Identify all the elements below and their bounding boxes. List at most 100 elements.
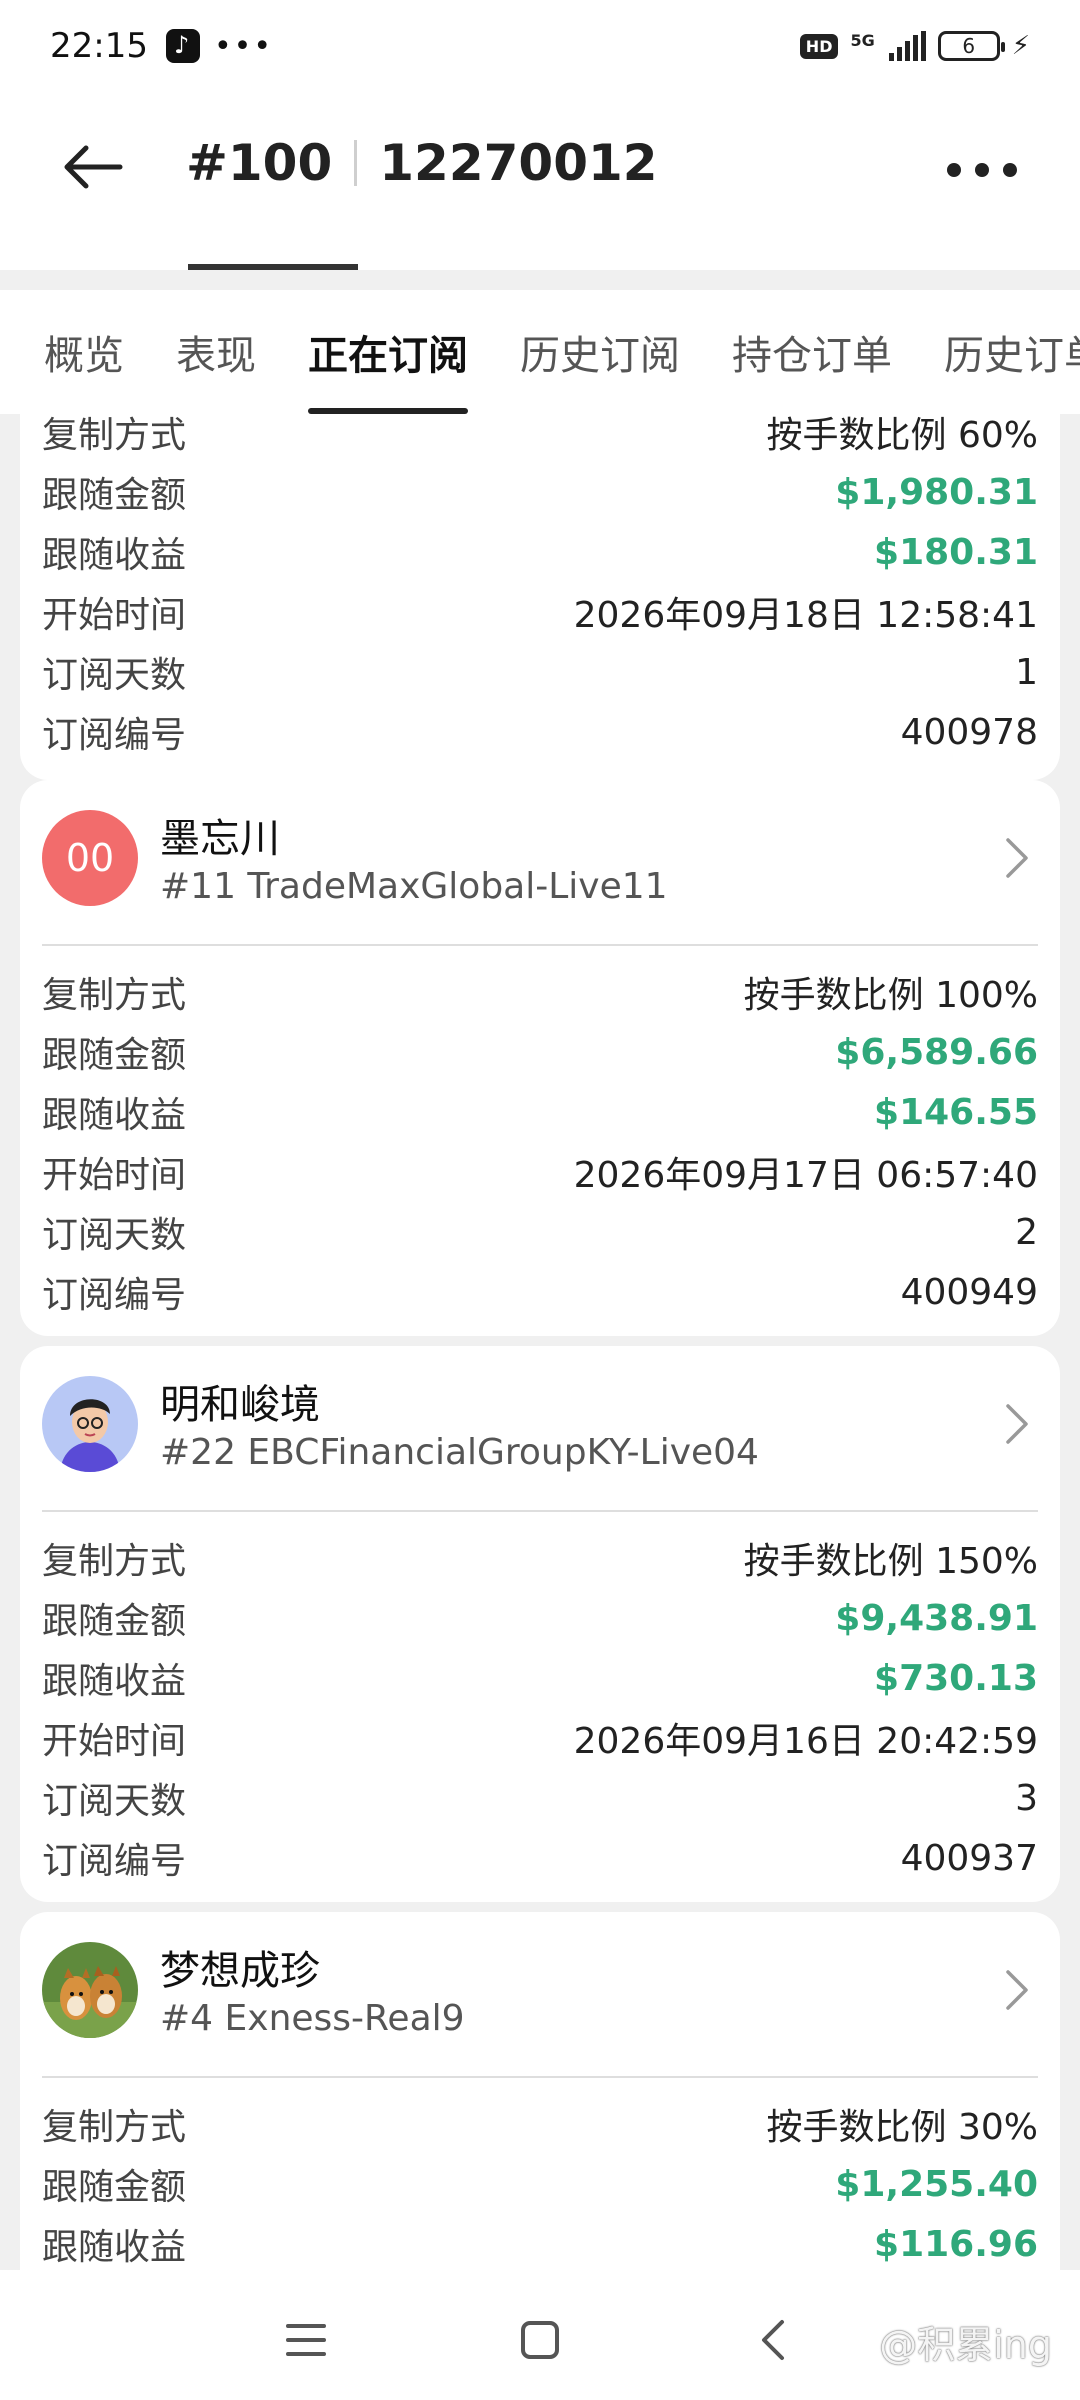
subscription-id-value: 400978	[900, 711, 1038, 753]
follow-profit-value: $146.55	[874, 1091, 1038, 1133]
detail-row: 复制方式 按手数比例 60%	[42, 414, 1038, 462]
follow-amount-label: 跟随金额	[42, 475, 187, 516]
copy-mode-label: 复制方式	[42, 975, 187, 1016]
app-header: #100 12270012	[0, 92, 1080, 270]
subscription-days-value: 2	[1015, 1211, 1038, 1253]
battery-icon: 6	[937, 31, 1005, 61]
subscription-days-label: 订阅天数	[42, 655, 187, 696]
follow-amount-label: 跟随金额	[42, 1035, 187, 1076]
follow-profit-label: 跟随收益	[42, 1095, 187, 1136]
divider	[42, 1510, 1038, 1512]
menu-icon[interactable]	[276, 2310, 336, 2370]
more-options-icon[interactable]	[942, 150, 1022, 190]
detail-row: 跟随收益 $116.96	[42, 2214, 1038, 2270]
follow-profit-label: 跟随收益	[42, 535, 187, 576]
tab-order-history[interactable]: 历史订单	[944, 290, 1080, 414]
subscription-id-value: 400937	[900, 1837, 1038, 1879]
chevron-right-icon[interactable]	[1002, 836, 1032, 880]
detail-row: 跟随金额 $9,438.91	[42, 1588, 1038, 1648]
charging-icon: ⚡	[1011, 31, 1030, 61]
divider	[42, 944, 1038, 946]
watermark: @积累ing	[879, 2323, 1052, 2367]
back-icon[interactable]	[744, 2310, 804, 2370]
signal-icon	[888, 31, 926, 61]
detail-row: 复制方式 按手数比例 150%	[42, 1528, 1038, 1588]
follow-amount-value: $1,980.31	[835, 471, 1038, 513]
back-arrow-icon[interactable]	[58, 132, 128, 202]
page-title: #100 12270012	[186, 134, 658, 192]
start-time-label: 开始时间	[42, 1155, 187, 1196]
trader-name: 梦想成珍	[160, 1948, 320, 1994]
start-time-label: 开始时间	[42, 1721, 187, 1762]
follow-amount-value: $1,255.40	[835, 2163, 1038, 2205]
subscription-id-label: 订阅编号	[42, 1841, 187, 1882]
detail-row: 复制方式 按手数比例 30%	[42, 2094, 1038, 2154]
copy-mode-label: 复制方式	[42, 2107, 187, 2148]
detail-row: 跟随收益 $180.31	[42, 522, 1038, 582]
subscription-card: 明和峻境 #22 EBCFinancialGroupKY-Live04 复制方式…	[20, 1346, 1060, 1902]
start-time-value: 2026年09月17日 06:57:40	[573, 1155, 1038, 1196]
subscription-id-label: 订阅编号	[42, 715, 187, 756]
subscription-list: 复制方式 按手数比例 60% 跟随金额 $1,980.31 跟随收益 $180.…	[0, 414, 1080, 2270]
follow-profit-label: 跟随收益	[42, 2227, 187, 2268]
trader-header[interactable]: 明和峻境 #22 EBCFinancialGroupKY-Live04	[20, 1346, 1060, 1510]
detail-row: 订阅天数 2	[42, 1202, 1038, 1262]
subscription-id-label: 订阅编号	[42, 1275, 187, 1316]
detail-row: 跟随金额 $1,255.40	[42, 2154, 1038, 2214]
detail-row: 订阅编号 400949	[42, 1262, 1038, 1322]
start-time-label: 开始时间	[42, 595, 187, 636]
follow-profit-value: $180.31	[874, 531, 1038, 573]
status-bar: 22:15 ••• HD 5G 6 ⚡	[0, 0, 1080, 92]
tab-performance[interactable]: 表现	[176, 290, 256, 414]
tab-active-subscriptions[interactable]: 正在订阅	[308, 290, 468, 414]
trader-name: 明和峻境	[160, 1382, 320, 1428]
chevron-right-icon[interactable]	[1002, 1968, 1032, 2012]
copy-mode-label: 复制方式	[42, 415, 187, 456]
tiktok-icon	[165, 29, 200, 63]
subscription-card: 00 墨忘川 #11 TradeMaxGlobal-Live11 复制方式 按手…	[20, 780, 1060, 1336]
copy-mode-value: 按手数比例 60%	[766, 415, 1038, 456]
detail-row: 订阅编号 400937	[42, 1828, 1038, 1888]
detail-row: 订阅天数 3	[42, 1768, 1038, 1828]
trader-account: #4 Exness-Real9	[160, 1998, 465, 2039]
subscription-days-label: 订阅天数	[42, 1215, 187, 1256]
follow-amount-label: 跟随金额	[42, 1601, 187, 1642]
avatar	[42, 1376, 138, 1472]
system-nav-bar: @积累ing	[0, 2270, 1080, 2400]
account-number: 12270012	[379, 134, 658, 192]
trader-header[interactable]: 梦想成珍 #4 Exness-Real9	[20, 1912, 1060, 2076]
copy-mode-label: 复制方式	[42, 1541, 187, 1582]
tab-subscription-history[interactable]: 历史订阅	[520, 290, 680, 414]
start-time-value: 2026年09月18日 12:58:41	[573, 595, 1038, 636]
start-time-value: 2026年09月16日 20:42:59	[573, 1721, 1038, 1762]
follow-profit-value: $116.96	[874, 2223, 1038, 2265]
title-underline	[188, 264, 358, 270]
detail-row: 跟随金额 $6,589.66	[42, 1022, 1038, 1082]
network-type: 5G	[850, 31, 875, 50]
subscription-card: 复制方式 按手数比例 60% 跟随金额 $1,980.31 跟随收益 $180.…	[20, 414, 1060, 780]
subscription-days-value: 3	[1015, 1777, 1038, 1819]
follow-amount-value: $6,589.66	[835, 1031, 1038, 1073]
avatar: 00	[42, 810, 138, 906]
divider	[42, 2076, 1038, 2078]
home-icon[interactable]	[510, 2310, 570, 2370]
subscription-days-value: 1	[1015, 651, 1038, 693]
trader-header[interactable]: 00 墨忘川 #11 TradeMaxGlobal-Live11	[20, 780, 1060, 944]
detail-row: 订阅天数 1	[42, 642, 1038, 702]
follow-profit-value: $730.13	[874, 1657, 1038, 1699]
detail-row: 开始时间 2026年09月16日 20:42:59	[42, 1708, 1038, 1768]
follow-amount-value: $9,438.91	[835, 1597, 1038, 1639]
detail-row: 开始时间 2026年09月17日 06:57:40	[42, 1142, 1038, 1202]
title-separator	[354, 140, 358, 186]
status-time: 22:15	[50, 26, 148, 66]
trader-account: #11 TradeMaxGlobal-Live11	[160, 866, 668, 907]
tab-open-orders[interactable]: 持仓订单	[732, 290, 892, 414]
detail-row: 开始时间 2026年09月18日 12:58:41	[42, 582, 1038, 642]
detail-row: 跟随收益 $146.55	[42, 1082, 1038, 1142]
detail-row: 跟随收益 $730.13	[42, 1648, 1038, 1708]
trader-account: #22 EBCFinancialGroupKY-Live04	[160, 1432, 759, 1473]
tab-overview[interactable]: 概览	[44, 290, 124, 414]
status-indicators: HD 5G 6 ⚡	[799, 31, 1030, 61]
follow-profit-label: 跟随收益	[42, 1661, 187, 1702]
chevron-right-icon[interactable]	[1002, 1402, 1032, 1446]
